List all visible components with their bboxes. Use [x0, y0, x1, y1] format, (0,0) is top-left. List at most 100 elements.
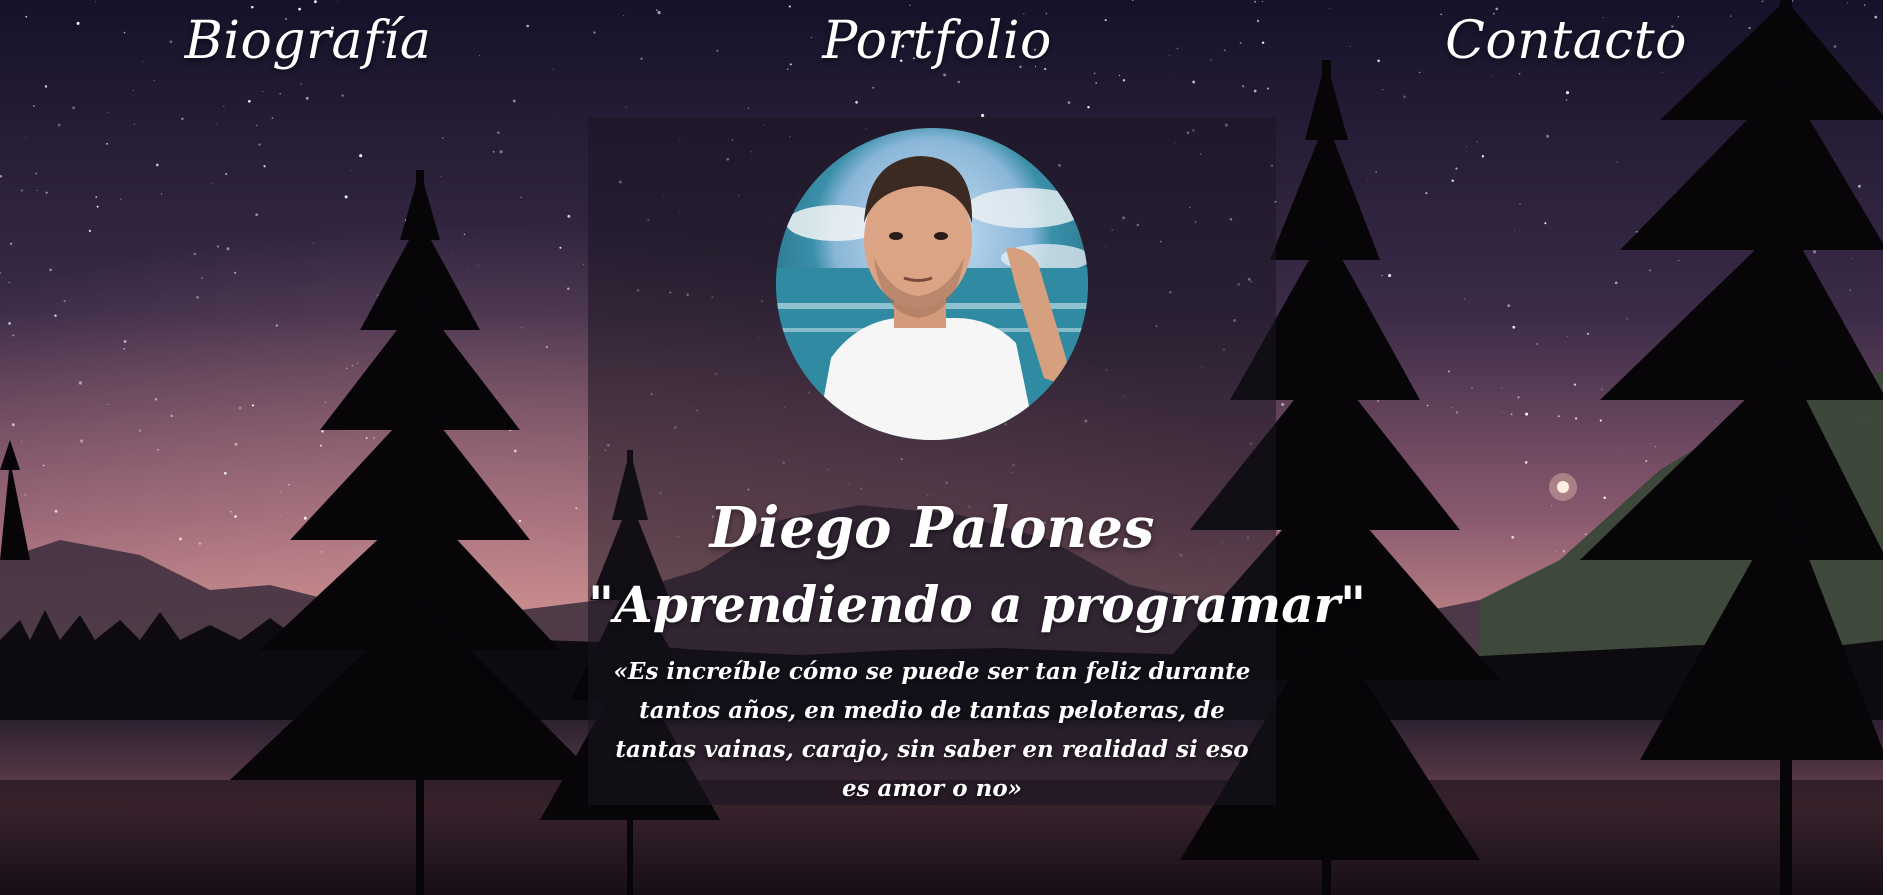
star	[463, 233, 466, 235]
star	[1555, 551, 1557, 552]
star	[1514, 230, 1516, 232]
star	[1546, 134, 1550, 138]
star	[1553, 435, 1555, 436]
star	[1535, 343, 1538, 345]
star	[12, 334, 15, 337]
star	[625, 106, 627, 108]
avatar	[776, 128, 1088, 440]
star	[1567, 336, 1569, 337]
star	[138, 429, 142, 432]
star	[262, 91, 264, 92]
nav-link-contacto[interactable]: Contacto	[1445, 6, 1687, 76]
star	[567, 287, 570, 290]
star	[1067, 101, 1071, 104]
star	[1715, 421, 1717, 423]
star	[1465, 146, 1467, 148]
star	[43, 464, 45, 467]
star	[223, 471, 227, 475]
star	[1510, 413, 1513, 416]
star	[341, 94, 344, 97]
star	[1525, 412, 1529, 416]
profile-motto: "Aprendiendo a programar"	[588, 574, 1367, 634]
star	[351, 365, 353, 367]
star	[57, 123, 61, 127]
star	[545, 345, 548, 348]
star	[251, 404, 254, 407]
star	[495, 397, 497, 399]
star	[279, 93, 281, 95]
star	[120, 198, 122, 200]
star	[198, 542, 202, 545]
star	[170, 414, 173, 418]
star	[20, 441, 22, 443]
star	[1281, 403, 1285, 406]
star	[1455, 167, 1458, 170]
star	[8, 322, 11, 325]
star	[1434, 161, 1436, 162]
star	[45, 191, 48, 194]
star	[216, 122, 218, 124]
star	[346, 440, 347, 442]
star	[78, 381, 82, 385]
star	[280, 515, 281, 517]
scrollbar-edge	[1883, 0, 1887, 895]
star	[1849, 289, 1852, 291]
star	[234, 442, 238, 446]
star	[79, 439, 84, 443]
star	[123, 340, 127, 343]
star	[1377, 400, 1380, 403]
star	[373, 437, 375, 439]
star	[263, 165, 266, 168]
star	[305, 96, 309, 100]
star	[36, 189, 38, 191]
star	[32, 104, 35, 107]
star	[95, 196, 97, 198]
star	[555, 558, 556, 560]
star	[521, 327, 522, 329]
star	[123, 348, 125, 350]
star	[238, 406, 242, 410]
star	[1562, 550, 1566, 553]
star	[451, 253, 453, 255]
star	[157, 449, 159, 451]
star	[234, 515, 237, 518]
star	[72, 106, 75, 110]
star	[1481, 155, 1485, 158]
star	[441, 137, 444, 139]
star	[440, 176, 442, 178]
star	[1426, 404, 1429, 407]
star	[1507, 304, 1511, 308]
star	[1621, 451, 1623, 453]
star	[107, 404, 109, 405]
star	[1587, 332, 1589, 335]
star	[512, 99, 516, 103]
star	[179, 537, 182, 541]
star	[223, 105, 225, 108]
star	[559, 246, 562, 249]
star	[582, 263, 585, 265]
profile-card: Diego Palones "Aprendiendo a programar" …	[588, 117, 1367, 805]
nav-link-biografia[interactable]: Biografía	[185, 6, 432, 76]
star	[271, 117, 274, 119]
star	[247, 99, 251, 103]
star	[359, 154, 363, 158]
star	[320, 551, 323, 553]
star	[321, 429, 324, 433]
star	[1584, 533, 1587, 536]
star	[255, 213, 259, 217]
star	[499, 150, 503, 154]
star	[35, 172, 38, 175]
star	[24, 493, 27, 496]
star	[1857, 184, 1861, 188]
nav-link-portfolio[interactable]: Portfolio	[822, 6, 1052, 76]
star	[1455, 411, 1459, 414]
star	[11, 423, 15, 427]
star	[255, 124, 258, 127]
star	[195, 295, 200, 299]
star	[24, 136, 26, 138]
star	[1565, 91, 1570, 95]
star	[280, 491, 282, 493]
star	[497, 131, 500, 134]
star	[1557, 415, 1560, 418]
profile-name: Diego Palones	[709, 494, 1155, 561]
